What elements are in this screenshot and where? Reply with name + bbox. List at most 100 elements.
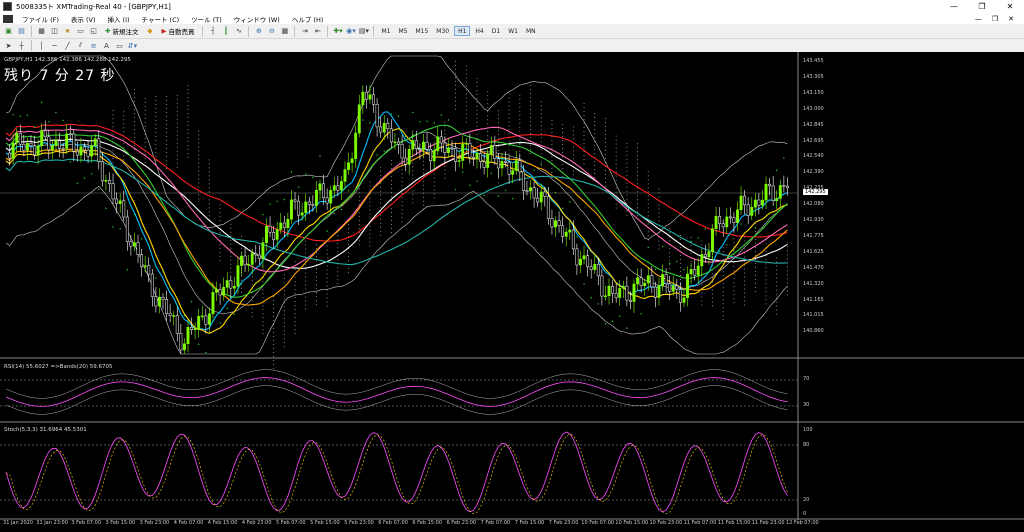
cloud-dot [144,117,146,119]
candlestick-icon[interactable]: ┃ [220,26,231,37]
vertical-line-icon[interactable]: │ [36,40,47,51]
menu-view[interactable]: 表示 (V) [65,14,102,24]
timeframe-d1[interactable]: D1 [489,26,503,36]
cloud-dot [166,136,168,138]
cloud-dot [422,184,424,186]
tester-icon[interactable]: ◱ [88,26,99,37]
maximize-button[interactable]: ❐ [968,0,996,13]
zoom-out-icon[interactable]: ⊖ [266,26,277,37]
data-window-icon[interactable]: ◫ [49,26,60,37]
cloud-dot [198,134,200,136]
profiles-icon[interactable]: ▤ [16,26,27,37]
cloud-dot [754,263,756,265]
periods-icon[interactable]: ◉▾ [345,26,356,37]
cloud-dot [412,202,414,204]
menu-chart[interactable]: チャート (C) [136,14,186,24]
text-icon[interactable]: A [101,40,112,51]
candle-body [518,160,522,173]
timeframe-m30[interactable]: M30 [433,26,452,36]
fibonacci-icon[interactable]: ≡ [88,40,99,51]
indicators-icon[interactable]: ✚▾ [332,26,343,37]
zoom-in-icon[interactable]: ⊕ [253,26,264,37]
chart-shift-icon[interactable]: ⇤ [312,26,323,37]
cloud-dot [765,299,767,301]
menu-file[interactable]: ファイル (F) [16,14,65,24]
cloud-dot [166,108,168,110]
crosshair-icon[interactable]: ┼ [16,40,27,51]
menu-insert[interactable]: 挿入 (I) [101,14,135,24]
cloud-dot [305,252,307,254]
cloud-dot [701,300,703,302]
parabolic-sar-dot [611,320,614,322]
cloud-dot [765,243,767,245]
timeframe-m1[interactable]: M1 [378,26,393,36]
cloud-dot [358,224,360,226]
candle-body [700,254,704,267]
new-chart-icon[interactable]: ▣ [3,26,14,37]
tile-windows-icon[interactable]: ▦ [279,26,290,37]
close-button[interactable]: ✕ [996,0,1024,13]
new-order-button[interactable]: ✚ 新規注文 [101,26,142,37]
new-order-icon: ✚ [105,27,111,35]
market-watch-icon[interactable]: ▦ [36,26,47,37]
cloud-dot [572,170,574,172]
cloud-dot [465,105,467,107]
templates-icon[interactable]: ▤▾ [358,26,369,37]
timeframe-m15[interactable]: M15 [412,26,431,36]
cloud-dot [262,329,264,331]
timeframe-mn[interactable]: MN [523,26,539,36]
candle-body [257,254,261,259]
cloud-dot [390,228,392,230]
cloud-dot [786,274,788,276]
candle-body [268,225,272,233]
auto-trading-button[interactable]: ▶ 自動売買 [157,26,198,37]
parabolic-sar-dot [333,212,335,215]
parabolic-sar-dot [376,154,378,156]
menu-window[interactable]: ウィンドウ (W) [228,14,286,24]
minimize-button[interactable]: — [940,0,968,13]
mdi-restore-icon[interactable]: ❐ [992,15,998,23]
chart-canvas[interactable] [0,52,1024,532]
cloud-dot [530,93,532,95]
cloud-dot [712,273,713,275]
cursor-icon[interactable]: ➤ [3,40,14,51]
cloud-dot [187,153,189,155]
timeframe-m5[interactable]: M5 [395,26,410,36]
cloud-dot [669,228,671,230]
cloud-dot [369,189,371,191]
channel-icon[interactable]: ⫽ [75,40,86,51]
menu-tools[interactable]: ツール (T) [185,14,228,24]
candle-body [496,158,500,169]
cloud-dot [112,150,114,152]
chart-window[interactable]: GBPJPY,H1 142.386 142.386 142.288 142.29… [0,52,1024,532]
cloud-dot [155,108,157,110]
cloud-dot [176,110,178,112]
label-icon[interactable]: ▭ [114,40,125,51]
candle-body [675,285,679,290]
cloud-dot [765,259,767,261]
terminal-icon[interactable]: ▭ [75,26,86,37]
line-chart-icon[interactable]: ∿ [233,26,244,37]
timeframe-h4[interactable]: H4 [472,26,486,36]
cloud-dot [765,251,767,253]
menu-help[interactable]: ヘルプ (H) [286,14,330,24]
metaeditor-icon[interactable]: ◆ [144,26,155,37]
cloud-dot [530,125,532,127]
timeframe-h1[interactable]: H1 [454,26,471,36]
timeframe-w1[interactable]: W1 [505,26,521,36]
arrows-icon[interactable]: ⇵▾ [127,40,138,51]
cloud-dot [669,264,671,266]
candle-body [211,292,215,315]
navigator-icon[interactable]: ★ [62,26,73,37]
horizontal-line-icon[interactable]: ─ [49,40,60,51]
time-tick: 3 Feb 15:00 [105,520,136,526]
mdi-close-icon[interactable]: ✕ [1008,15,1014,23]
cloud-dot [305,276,307,278]
auto-scroll-icon[interactable]: ⇥ [299,26,310,37]
cloud-dot [133,88,135,90]
trendline-icon[interactable]: ╱ [62,40,73,51]
candle-body [621,285,625,289]
mdi-minimize-icon[interactable]: — [975,15,982,23]
cloud-dot [401,185,403,187]
bar-chart-icon[interactable]: ┤ [207,26,218,37]
